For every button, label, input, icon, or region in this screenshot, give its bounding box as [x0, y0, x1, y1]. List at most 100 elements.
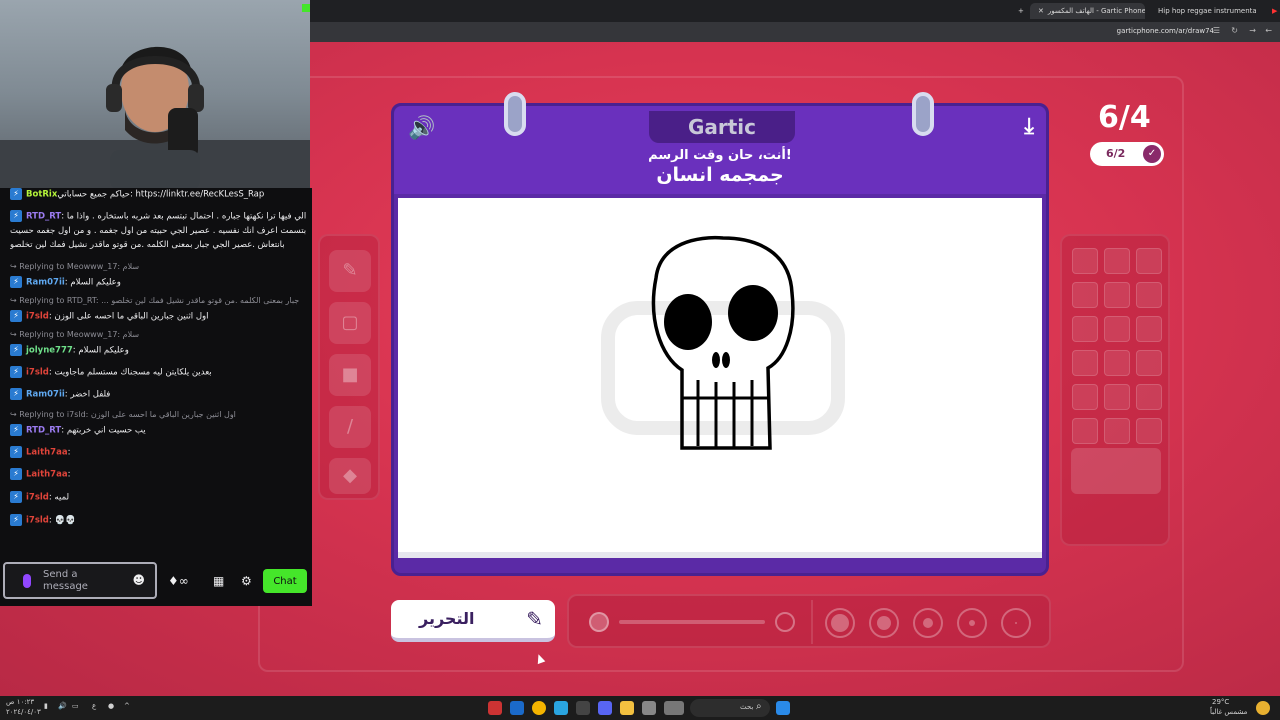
prompt-word: جمجمه انسان [656, 164, 784, 186]
color-swatch[interactable] [1072, 248, 1098, 274]
user-badge-icon: ⚡ [10, 388, 22, 400]
color-swatch[interactable] [1104, 384, 1130, 410]
chat-username[interactable]: Laith7aa [26, 448, 68, 458]
taskbar-search[interactable]: بحث ⌕ [690, 699, 770, 717]
chat-send-button[interactable]: Chat [263, 569, 307, 593]
wifi-icon[interactable]: ▮ [44, 702, 48, 710]
chat-username[interactable]: RTD_RT [26, 426, 61, 436]
color-swatch[interactable] [1072, 418, 1098, 444]
volume-icon[interactable]: 🔊 [58, 702, 67, 710]
bits-icon[interactable]: ♦∞ [168, 574, 189, 588]
color-swatch[interactable] [1136, 384, 1162, 410]
tray-expand-icon[interactable]: ^ [124, 702, 130, 710]
back-icon[interactable]: → [1249, 26, 1256, 35]
color-swatch[interactable] [1136, 418, 1162, 444]
chat-username[interactable]: BotRix [26, 190, 57, 200]
discord-icon[interactable] [598, 701, 612, 715]
color-swatch[interactable] [1104, 282, 1130, 308]
color-swatch[interactable] [1072, 282, 1098, 308]
opacity-slider-track[interactable] [619, 620, 765, 624]
download-icon[interactable]: ⤓ [1024, 114, 1034, 139]
windows-start-icon[interactable] [776, 701, 790, 715]
rectangle-tool-icon[interactable]: ▢ [329, 302, 371, 344]
color-swatch[interactable] [1136, 316, 1162, 342]
reply-arrow-icon: ↪ [10, 262, 20, 271]
chat-username[interactable]: i7sld [26, 516, 49, 526]
brush-size-5[interactable] [1001, 608, 1031, 638]
forward-icon[interactable]: ← [1265, 26, 1272, 35]
microphone-icon[interactable] [23, 574, 31, 588]
brush-size-1[interactable] [825, 608, 855, 638]
tab-gartic-phone[interactable]: ✕ الهاتف المكسور - Gartic Phone [1030, 3, 1145, 19]
reload-icon[interactable]: ↻ [1231, 26, 1238, 35]
weather-sun-icon[interactable] [1256, 701, 1270, 715]
reply-arrow-icon: ↪ [10, 410, 20, 419]
chat-message: ⚡ BotRixحياكم جميع حساباتي: https://linkt… [10, 188, 306, 200]
color-swatch[interactable] [1136, 248, 1162, 274]
app-icon[interactable] [576, 701, 590, 715]
speaker-icon[interactable]: 🔊 [408, 116, 435, 141]
chrome-icon[interactable] [532, 701, 546, 715]
tab-label: Hip hop reggae instrumental [1158, 7, 1256, 15]
current-color-swatch[interactable] [1071, 448, 1161, 494]
color-swatch[interactable] [1136, 282, 1162, 308]
settings-gear-icon[interactable]: ⚙ [241, 574, 252, 588]
pencil-icon: ✎ [526, 607, 543, 631]
line-tool-icon[interactable]: / [329, 406, 371, 448]
chat-message-text: : بعدين يلكايتن ليه مسجناك مستسلم ماجاوي… [48, 367, 212, 378]
youtube-icon: ▶ [1272, 7, 1278, 15]
check-icon: ✓ [1143, 145, 1161, 163]
widget-image[interactable] [664, 701, 684, 715]
color-swatch[interactable] [1136, 350, 1162, 376]
color-swatch[interactable] [1072, 384, 1098, 410]
color-swatch[interactable] [1072, 316, 1098, 342]
user-badge-icon: ⚡ [10, 344, 22, 356]
color-swatch[interactable] [1104, 418, 1130, 444]
prompt-subtitle: أنت، حان وقت الرسم! [648, 148, 792, 163]
chat-message-text: : وعليكم السلام [64, 277, 121, 288]
chat-message-text: حياكم جميع حساباتي: https://linktr.ee/Re… [57, 189, 265, 200]
brush-size-4[interactable] [957, 608, 987, 638]
eraser-tool-icon[interactable]: ◆ [329, 458, 371, 494]
emote-picker-icon[interactable]: ☻ [132, 573, 145, 587]
app-icon[interactable] [642, 701, 656, 715]
network-icon[interactable]: ▭ [72, 702, 79, 710]
store-icon[interactable]: ▦ [213, 574, 224, 588]
color-swatch[interactable] [1072, 350, 1098, 376]
chat-username[interactable]: jolyne777 [26, 346, 73, 356]
keyboard-language[interactable]: ع [92, 702, 96, 710]
app-icon[interactable] [554, 701, 568, 715]
tab-close-icon[interactable]: ✕ [1038, 7, 1044, 15]
opacity-slider-handle[interactable] [589, 612, 609, 632]
chat-username[interactable]: i7sld [26, 368, 49, 378]
chat-message: ⚡ Ram07ii: فلفل اخضر [10, 388, 306, 400]
mic-tray-icon[interactable]: ● [108, 702, 114, 710]
chat-message-text: : 💀💀 [48, 515, 76, 526]
brush-size-3[interactable] [913, 608, 943, 638]
filled-rectangle-tool-icon[interactable]: ■ [329, 354, 371, 396]
color-swatch[interactable] [1104, 316, 1130, 342]
pencil-tool-icon[interactable]: ✎ [329, 250, 371, 292]
webcam-feed [0, 0, 310, 188]
file-explorer-icon[interactable] [620, 701, 634, 715]
brush-size-2[interactable] [869, 608, 899, 638]
extension-icon[interactable]: ☰ [1213, 26, 1220, 35]
chat-input[interactable]: Send a message ☻ [3, 562, 157, 599]
tab-hip-hop[interactable]: Hip hop reggae instrumental [1150, 3, 1256, 19]
chat-message: ⚡ Laith7aa: [10, 446, 306, 458]
chat-username[interactable]: Ram07ii [26, 390, 65, 400]
color-swatch[interactable] [1104, 248, 1130, 274]
tab-new[interactable]: + [1010, 3, 1032, 19]
chat-username[interactable]: i7sld [26, 493, 49, 503]
url-text[interactable]: garticphone.com/ar/draw74 [1117, 27, 1214, 35]
steam-icon[interactable] [510, 701, 524, 715]
chat-username[interactable]: RTD_RT [26, 212, 61, 222]
chat-username[interactable]: i7sld [26, 312, 49, 322]
color-swatch[interactable] [1104, 350, 1130, 376]
chat-username[interactable]: Laith7aa [26, 470, 68, 480]
search-icon: ⌕ [756, 701, 762, 712]
drawing-canvas[interactable] [398, 198, 1042, 558]
edit-button[interactable]: التحرير ✎ [391, 600, 555, 642]
app-icon[interactable] [488, 701, 502, 715]
chat-username[interactable]: Ram07ii [26, 278, 65, 288]
